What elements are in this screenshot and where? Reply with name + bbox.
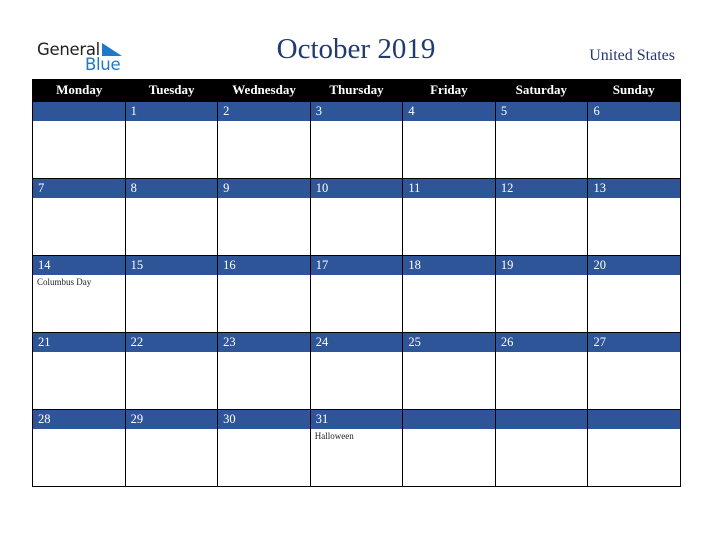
day-cell-event[interactable] (587, 121, 680, 178)
day-cell-event[interactable] (33, 352, 125, 409)
day-cell-event[interactable] (217, 198, 310, 255)
weekday-monday: Monday (56, 82, 103, 97)
day-number: 4 (402, 102, 495, 121)
day-cell-event[interactable] (402, 275, 495, 332)
day-number (494, 410, 588, 429)
day-number: 13 (587, 179, 680, 198)
day-number: 2 (217, 102, 310, 121)
day-cell-event[interactable] (217, 352, 310, 409)
weekday-sunday: Sunday (612, 82, 655, 97)
day-cell-event[interactable] (494, 121, 588, 178)
day-cell-event[interactable] (309, 352, 403, 409)
week-row: 14 15 16 17 18 19 20 Columbus Day (33, 255, 680, 332)
day-cells (33, 352, 680, 409)
day-cell-event[interactable] (33, 198, 125, 255)
day-cell-event[interactable] (33, 121, 125, 178)
day-number: 7 (38, 181, 45, 195)
day-cell-event[interactable] (124, 275, 218, 332)
day-cell-event[interactable] (494, 198, 588, 255)
date-number-bar: 14 15 16 17 18 19 20 (33, 255, 680, 275)
day-cell-event[interactable] (402, 352, 495, 409)
day-cell-event[interactable]: Halloween (309, 429, 403, 486)
day-cell-event[interactable] (494, 275, 588, 332)
day-number: 14 (38, 258, 51, 272)
day-number: 10 (309, 179, 403, 198)
day-number: 22 (124, 333, 218, 352)
day-cell-event[interactable] (402, 198, 495, 255)
day-cell-event[interactable] (587, 275, 680, 332)
day-number: 21 (38, 335, 51, 349)
date-number-bar: 7 8 9 10 11 12 13 (33, 178, 680, 198)
day-number: 27 (587, 333, 680, 352)
day-number (587, 410, 680, 429)
day-number: 29 (124, 410, 218, 429)
country-label: United States (589, 47, 675, 64)
day-cell-event[interactable] (309, 121, 403, 178)
day-cell-event[interactable] (217, 121, 310, 178)
day-cell-event[interactable] (124, 429, 218, 486)
day-number: 20 (587, 256, 680, 275)
day-number (33, 102, 125, 121)
week-row: 123456 (33, 101, 680, 178)
day-cell-event[interactable] (217, 275, 310, 332)
day-number: 5 (494, 102, 588, 121)
day-cell-event[interactable] (402, 121, 495, 178)
week-row: 7 8 9 10 11 12 13 (33, 178, 680, 255)
day-number: 6 (587, 102, 680, 121)
day-cell-event[interactable]: Columbus Day (33, 275, 125, 332)
day-number: 23 (217, 333, 310, 352)
day-cell-event[interactable] (494, 429, 588, 486)
day-cell-event[interactable] (124, 352, 218, 409)
day-number: 16 (217, 256, 310, 275)
day-number: 17 (309, 256, 403, 275)
day-number: 19 (494, 256, 588, 275)
day-number: 12 (494, 179, 588, 198)
day-number: 25 (402, 333, 495, 352)
day-cell-event[interactable] (309, 275, 403, 332)
day-cells: Columbus Day (33, 275, 680, 332)
week-row: 21 22 23 24 25 26 27 (33, 332, 680, 409)
day-cell-event[interactable] (587, 429, 680, 486)
day-number: 15 (124, 256, 218, 275)
day-number: 3 (309, 102, 403, 121)
day-cell-event[interactable] (587, 198, 680, 255)
day-cell-event[interactable] (124, 198, 218, 255)
weekday-thursday: Thursday (329, 82, 384, 97)
day-cell-event[interactable] (402, 429, 495, 486)
day-number: 18 (402, 256, 495, 275)
date-number-bar: 21 22 23 24 25 26 27 (33, 332, 680, 352)
weekday-wednesday: Wednesday (232, 82, 296, 97)
day-cell-event[interactable] (33, 429, 125, 486)
day-number: 8 (124, 179, 218, 198)
day-cells (33, 121, 680, 178)
day-number: 26 (494, 333, 588, 352)
day-number: 1 (124, 102, 218, 121)
day-cell-event[interactable] (309, 198, 403, 255)
weekday-header: Monday Tuesday Wednesday Thursday Friday… (33, 79, 680, 101)
day-number (402, 410, 495, 429)
day-cells (33, 198, 680, 255)
weekday-friday: Friday (430, 82, 468, 97)
day-cell-event[interactable] (494, 352, 588, 409)
day-number: 28 (38, 412, 51, 426)
day-cell-event[interactable] (217, 429, 310, 486)
day-number: 24 (309, 333, 403, 352)
day-number: 9 (217, 179, 310, 198)
weekday-saturday: Saturday (515, 82, 567, 97)
day-number: 11 (402, 179, 495, 198)
date-number-bar: 123456 (33, 101, 680, 121)
day-number: 31 (309, 410, 403, 429)
date-number-bar: 28 29 30 31 (33, 409, 680, 429)
calendar-grid: Monday Tuesday Wednesday Thursday Friday… (32, 79, 681, 487)
week-row: 28 29 30 31 Halloween (33, 409, 680, 486)
day-cells: Halloween (33, 429, 680, 486)
day-number: 30 (217, 410, 310, 429)
day-cell-event[interactable] (124, 121, 218, 178)
day-cell-event[interactable] (587, 352, 680, 409)
weekday-tuesday: Tuesday (148, 82, 195, 97)
